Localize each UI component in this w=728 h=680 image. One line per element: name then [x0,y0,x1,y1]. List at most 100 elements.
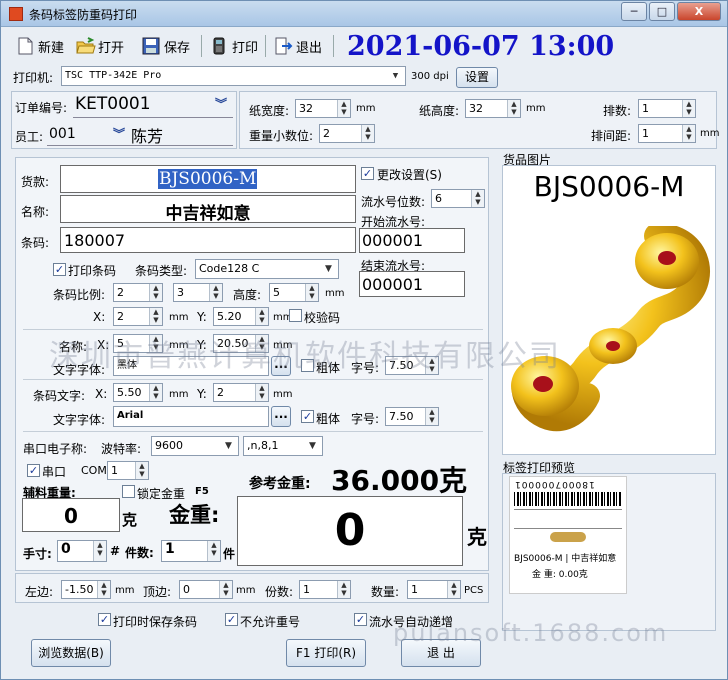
end-serial-field[interactable]: 000001 [359,271,465,297]
change-settings-checkbox[interactable]: ✓ [361,167,374,180]
serial-checkbox[interactable]: ✓ [27,464,40,477]
paper-height-spinner[interactable]: 32 ▲ ▼ [465,99,521,118]
title-bar[interactable]: 条码标签防重码打印 ─ □ X [1,1,727,27]
spin-arrows-icon[interactable]: ▲ ▼ [255,384,268,401]
new-button[interactable]: 新建 [15,33,64,59]
unit-label: mm [325,288,345,299]
barcode-size-spinner[interactable]: 7.50 ▲ ▼ [385,407,439,426]
paper-width-spinner[interactable]: 32 ▲ ▼ [295,99,351,118]
baud-select[interactable]: 9600 ▼ [151,436,239,456]
spin-arrows-icon[interactable]: ▲ ▼ [149,384,162,401]
barcode-height-spinner[interactable]: 5 ▲ ▼ [269,283,319,302]
print-barcode-checkbox[interactable]: ✓ [53,263,66,276]
close-button[interactable]: X [677,2,721,21]
order-number[interactable]: KET0001 [75,94,151,114]
printer-settings-button[interactable]: 设置 [456,67,498,88]
barcode-text-label: 条码文字: [33,389,86,403]
barcode-bold-checkbox[interactable]: ✓ [301,410,314,423]
copies-spinner[interactable]: 1 ▲ ▼ [299,580,351,599]
serial-digits-spinner[interactable]: 6 ▲ ▼ [431,189,485,208]
quantity-spinner[interactable]: 1 ▲ ▼ [407,580,461,599]
quantity-value: 1 [411,583,418,596]
barcode-font-browse-button[interactable]: ... [271,406,291,427]
spin-arrows-icon[interactable]: ▲ ▼ [447,581,460,598]
barcode-text-x-spinner[interactable]: 5.50 ▲ ▼ [113,383,163,402]
aux-weight-field[interactable]: 0 [22,498,120,532]
top-margin-spinner[interactable]: 0 ▲ ▼ [179,580,233,599]
spin-arrows-icon[interactable]: ▲ ▼ [219,581,232,598]
spin-arrows-icon[interactable]: ▲ ▼ [337,100,350,117]
chevron-down-icon: ▼ [309,441,316,451]
pieces-spinner[interactable]: 1 ▲ ▼ [161,540,221,562]
hand-size-spinner[interactable]: 0 ▲ ▼ [57,540,107,562]
spin-arrows-icon[interactable]: ▲ ▼ [255,308,268,325]
unit-label: mm [236,585,256,596]
spin-arrows-icon[interactable]: ▲ ▼ [149,308,162,325]
browse-data-button[interactable]: 浏览数据(B) [31,639,111,667]
unit-label: mm [273,389,293,400]
unit-label: mm [526,103,546,114]
maximize-button[interactable]: □ [649,2,675,21]
open-button[interactable]: 打开 [75,33,124,59]
no-duplicate-checkbox[interactable]: ✓ [225,613,238,626]
spin-arrows-icon[interactable]: ▲ ▼ [682,125,695,142]
printer-select[interactable]: TSC TTP-342E Pro ▼ [61,66,406,86]
serial-params-select[interactable]: ,n,8,1 ▼ [243,436,323,456]
barcode-x-spinner[interactable]: 2 ▲ ▼ [113,307,163,326]
rows-spinner[interactable]: 1 ▲ ▼ [638,99,696,118]
paper-height-value: 32 [469,102,483,115]
spin-arrows-icon[interactable]: ▲ ▼ [682,100,695,117]
gold-weight-field[interactable]: 0 [237,496,463,566]
barcode-x-label: X: [93,310,106,324]
barcode-field[interactable]: 180007 [60,227,356,253]
print-button[interactable]: 打印 [209,33,258,59]
spin-arrows-icon[interactable]: ▲ ▼ [135,462,148,479]
pcs-label: PCS [464,585,484,596]
f1-print-button[interactable]: F1 打印(R) [286,639,366,667]
spin-arrows-icon[interactable]: ▲ ▼ [97,581,110,598]
save-barcode-checkbox[interactable]: ✓ [98,613,111,626]
barcode-y-spinner[interactable]: 5.20 ▲ ▼ [213,307,269,326]
spin-arrows-icon[interactable]: ▲ ▼ [93,541,106,561]
barcode-text-x-label: X: [95,387,108,401]
spin-arrows-icon[interactable]: ▲ ▼ [305,284,318,301]
minimize-button[interactable]: ─ [621,2,647,21]
save-barcode-label: 打印时保存条码 [113,615,198,629]
lock-gold-hotkey: F5 [195,486,209,497]
check-digit-checkbox[interactable] [289,309,302,322]
barcode-height-label: 高度: [233,288,262,302]
start-serial-field[interactable]: 000001 [359,228,465,253]
name-field[interactable]: 中吉祥如意 [60,195,356,224]
save-button[interactable]: 保存 [141,33,190,59]
auto-increment-checkbox[interactable]: ✓ [354,613,367,626]
divider [23,329,483,330]
toolbar-separator [265,35,266,57]
exit-button[interactable]: 退出 [273,33,322,59]
barcode-type-select[interactable]: Code128 C ▼ [195,259,339,279]
spin-arrows-icon[interactable]: ▲ ▼ [361,125,374,142]
item-field[interactable]: BJS0006-M [60,165,356,193]
spin-arrows-icon[interactable]: ▲ ▼ [207,541,220,561]
chevron-double-down-icon[interactable]: ︾ [215,95,227,112]
row-spacing-spinner[interactable]: 1 ▲ ▼ [638,124,696,143]
chevron-double-down-icon[interactable]: ︾ [113,125,125,142]
name-label: 名称: [21,205,50,219]
employee-id[interactable]: 001 [49,126,76,142]
left-margin-spinner[interactable]: -1.50 ▲ ▼ [61,580,111,599]
barcode-font-field[interactable]: Arial [113,406,269,427]
spin-arrows-icon[interactable]: ▲ ▼ [149,284,162,301]
gold-weight-value: 0 [334,505,366,556]
com-spinner[interactable]: 1 ▲ ▼ [107,461,149,480]
spin-arrows-icon[interactable]: ▲ ▼ [471,190,484,207]
spin-arrows-icon[interactable]: ▲ ▼ [337,581,350,598]
barcode-text-y-spinner[interactable]: 2 ▲ ▼ [213,383,269,402]
spin-arrows-icon[interactable]: ▲ ▼ [209,284,222,301]
lock-gold-checkbox[interactable] [122,485,135,498]
ratio2-spinner[interactable]: 3 ▲ ▼ [173,283,223,302]
spin-arrows-icon[interactable]: ▲ ▼ [425,408,438,425]
decimals-spinner[interactable]: 2 ▲ ▼ [319,124,375,143]
spin-arrows-icon[interactable]: ▲ ▼ [507,100,520,117]
item-value: BJS0006-M [158,169,258,189]
chevron-down-icon: ▼ [325,264,332,274]
ratio1-spinner[interactable]: 2 ▲ ▼ [113,283,163,302]
